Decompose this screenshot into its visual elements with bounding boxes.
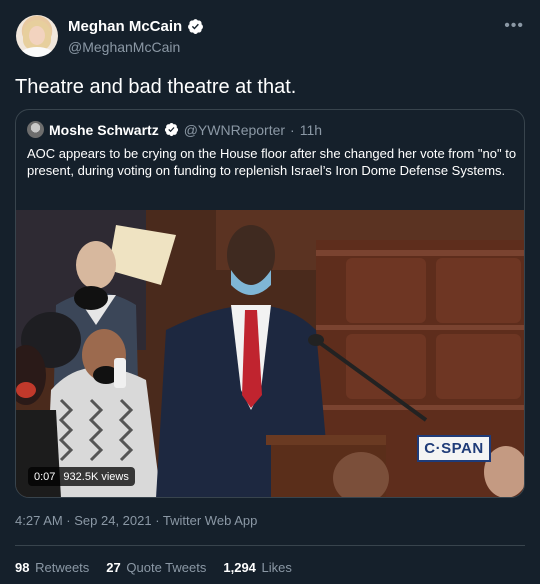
- tweet-timestamp[interactable]: 4:27 AM · Sep 24, 2021 · Twitter Web App: [15, 513, 257, 528]
- quoted-author-name: Moshe Schwartz: [49, 121, 159, 138]
- quoted-tweet-text: AOC appears to be crying on the House fl…: [27, 146, 517, 178]
- quoted-author-avatar: [27, 121, 44, 138]
- tweet-detail: Meghan McCain @MeghanMcCain ••• Theatre …: [0, 0, 540, 584]
- quoted-verified-badge-icon: [164, 122, 179, 137]
- quoted-author-handle: @YWNReporter: [183, 121, 286, 138]
- retweets-count: 98: [15, 560, 30, 575]
- stats-divider-top: [15, 545, 525, 546]
- author-handle[interactable]: @MeghanMcCain: [68, 39, 180, 55]
- retweets-stat[interactable]: 98 Retweets: [15, 560, 89, 575]
- author-avatar[interactable]: [16, 15, 58, 57]
- author-display-name[interactable]: Meghan McCain: [68, 18, 182, 35]
- more-options-button[interactable]: •••: [504, 17, 524, 35]
- quoted-tweet-card[interactable]: Moshe Schwartz @YWNReporter · 11h AOC ap…: [15, 109, 525, 498]
- cspan-watermark: C·SPAN: [417, 435, 491, 462]
- video-duration: 0:07: [34, 470, 56, 483]
- quoted-video[interactable]: 0:07 932.5K views C·SPAN: [16, 210, 524, 497]
- verified-badge-icon: [187, 18, 204, 35]
- video-info-badge: 0:07 932.5K views: [28, 467, 135, 486]
- likes-label: Likes: [261, 560, 292, 575]
- quoted-separator: ·: [290, 121, 295, 138]
- video-views: 932.5K views: [63, 470, 129, 483]
- likes-stat[interactable]: 1,294 Likes: [223, 560, 292, 575]
- engagement-stats: 98 Retweets 27 Quote Tweets 1,294 Likes: [15, 560, 292, 575]
- quoted-tweet-header: Moshe Schwartz @YWNReporter · 11h: [27, 121, 322, 138]
- quote-tweets-label: Quote Tweets: [126, 560, 207, 575]
- likes-count: 1,294: [223, 560, 256, 575]
- quote-tweets-stat[interactable]: 27 Quote Tweets: [106, 560, 206, 575]
- author-name-row: Meghan McCain: [68, 18, 204, 35]
- retweets-label: Retweets: [35, 560, 90, 575]
- more-dots-icon: •••: [504, 17, 524, 34]
- tweet-text: Theatre and bad theatre at that.: [15, 76, 297, 98]
- quoted-time: 11h: [299, 121, 323, 138]
- quote-tweets-count: 27: [106, 560, 121, 575]
